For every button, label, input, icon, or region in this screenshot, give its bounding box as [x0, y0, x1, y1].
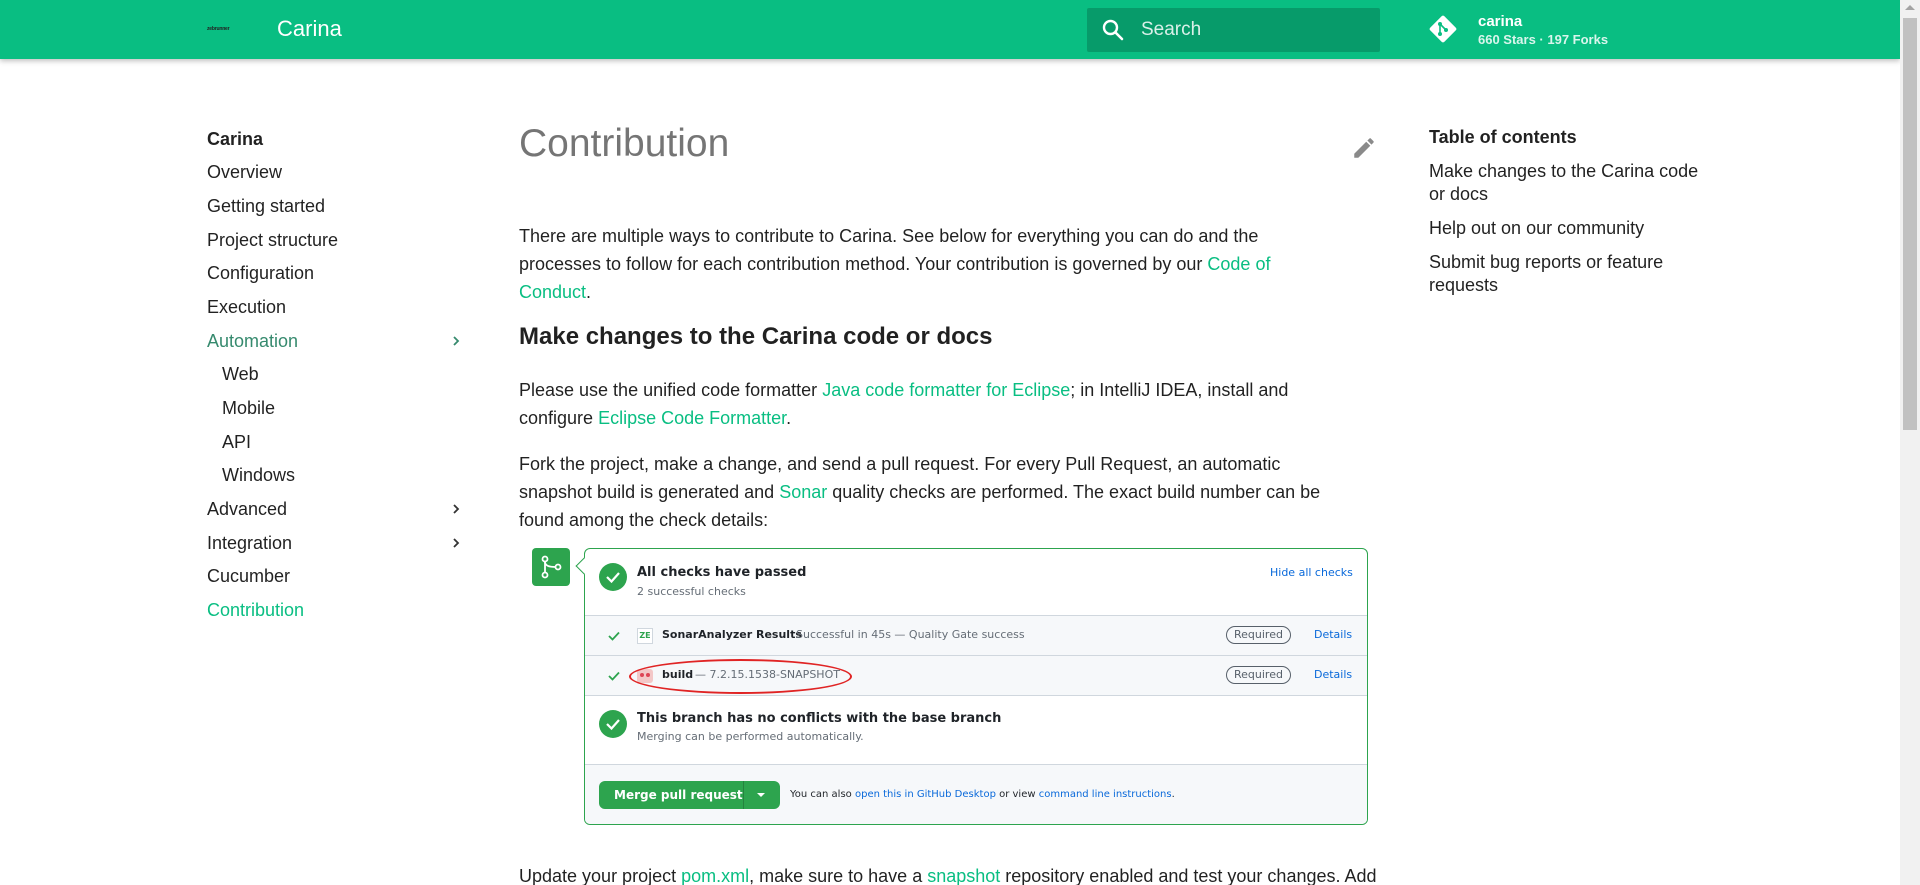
chevron-right-icon[interactable] — [451, 538, 461, 548]
eclipse-formatter-link[interactable]: Eclipse Code Formatter — [598, 408, 786, 428]
red-highlight-ellipse — [629, 659, 852, 694]
nav-item-api[interactable]: API — [222, 431, 251, 453]
nav-title: Carina — [207, 129, 264, 149]
check-desc: Successful in 45s — Quality Gate success — [796, 628, 1025, 641]
checkmark-icon — [608, 671, 620, 681]
all-checks-title: All checks have passed — [637, 565, 807, 580]
page-title: Contribution — [519, 122, 730, 165]
required-badge: Required — [1226, 666, 1291, 684]
merge-footer: Merge pull request You can also open thi… — [585, 764, 1367, 824]
search-input[interactable] — [1141, 17, 1361, 43]
toc-item-bug-reports[interactable]: Submit bug reports or feature requests — [1429, 251, 1699, 297]
intro-text: There are multiple ways to contribute to… — [519, 226, 1259, 274]
formatter-paragraph: Please use the unified code formatter Ja… — [519, 376, 1339, 432]
nav-item-execution[interactable]: Execution — [207, 296, 286, 318]
details-link[interactable]: Details — [1314, 628, 1352, 641]
p3-text-c: repository enabled and test your changes… — [1000, 866, 1377, 885]
site-header: zebrunner Carina carina 660 Stars · 197 … — [0, 0, 1900, 59]
scroll-up-arrow-icon[interactable] — [1905, 5, 1915, 10]
repo-name: carina — [1478, 13, 1523, 30]
all-checks-sub: 2 successful checks — [637, 585, 746, 598]
search-icon — [1102, 19, 1124, 41]
intro-end: . — [586, 282, 592, 302]
chevron-right-icon[interactable] — [451, 504, 461, 514]
page-scrollbar[interactable] — [1900, 0, 1920, 885]
checks-panel: All checks have passed 2 successful chec… — [584, 548, 1368, 825]
update-paragraph: Update your project pom.xml, make sure t… — [519, 862, 1377, 885]
scroll-thumb[interactable] — [1903, 18, 1917, 430]
github-checks-image: All checks have passed 2 successful chec… — [532, 548, 1368, 825]
nav-item-advanced[interactable]: Advanced — [207, 498, 287, 520]
check-name: SonarAnalyzer Results — [662, 628, 802, 641]
no-conflicts-sub: Merging can be performed automatically. — [637, 730, 864, 743]
sonar-link[interactable]: Sonar — [779, 482, 827, 502]
intro-paragraph: There are multiple ways to contribute to… — [519, 222, 1339, 306]
nav-item-automation[interactable]: Automation — [207, 330, 298, 352]
git-merge-icon — [532, 548, 570, 586]
merge-pull-request-button[interactable]: Merge pull request — [599, 781, 780, 809]
p3-text-b: , make sure to have a — [749, 866, 928, 885]
footer-text-a: You can also — [790, 789, 855, 800]
caret-down-icon[interactable] — [757, 793, 765, 797]
no-conflicts-title: This branch has no conflicts with the ba… — [637, 711, 1002, 726]
toc-title: Table of contents — [1429, 127, 1577, 147]
nav-item-web[interactable]: Web — [222, 363, 259, 385]
p3-text-a: Update your project — [519, 866, 682, 885]
merge-button-label: Merge pull request — [614, 788, 743, 802]
snapshot-link[interactable]: snapshot — [927, 866, 1000, 885]
required-badge: Required — [1226, 626, 1291, 644]
site-title[interactable]: Carina — [277, 16, 342, 42]
primary-nav: Carina Overview Getting started Project … — [207, 127, 467, 620]
pom-xml-link[interactable]: pom.xml — [681, 866, 749, 885]
nav-item-project-structure[interactable]: Project structure — [207, 229, 338, 251]
site-logo[interactable]: zebrunner — [205, 23, 235, 35]
chevron-right-icon[interactable] — [451, 336, 461, 346]
nav-item-overview[interactable]: Overview — [207, 161, 282, 183]
nav-item-cucumber[interactable]: Cucumber — [207, 565, 290, 587]
p1-text-c: . — [786, 408, 792, 428]
sonar-app-icon: ZE — [637, 628, 653, 644]
search-box[interactable] — [1087, 8, 1380, 52]
section-heading: Make changes to the Carina code or docs — [519, 323, 993, 350]
nav-item-contribution[interactable]: Contribution — [207, 599, 304, 621]
git-icon — [1429, 15, 1457, 43]
merge-status-section: This branch has no conflicts with the ba… — [585, 695, 1367, 764]
nav-item-configuration[interactable]: Configuration — [207, 262, 314, 284]
github-desktop-link[interactable]: open this in GitHub Desktop — [855, 789, 996, 800]
repo-link[interactable]: carina 660 Stars · 197 Forks — [1428, 10, 1628, 50]
checkmark-icon — [608, 631, 620, 641]
footer-text-c: . — [1171, 789, 1175, 800]
repo-stats: 660 Stars · 197 Forks — [1478, 32, 1609, 47]
merge-button-divider — [743, 781, 744, 809]
logo-text: zebrunner — [207, 26, 230, 32]
java-formatter-link[interactable]: Java code formatter for Eclipse — [822, 380, 1070, 400]
details-link[interactable]: Details — [1314, 668, 1352, 681]
nav-item-integration[interactable]: Integration — [207, 532, 292, 554]
footer-text-b: or view — [995, 789, 1039, 800]
toc-item-community[interactable]: Help out on our community — [1429, 217, 1699, 240]
fork-paragraph: Fork the project, make a change, and sen… — [519, 450, 1339, 534]
check-circle-icon — [599, 710, 627, 738]
check-row-sonar: ZE SonarAnalyzer Results Successful in 4… — [585, 615, 1367, 655]
command-line-link[interactable]: command line instructions — [1039, 789, 1172, 800]
toc-item-make-changes[interactable]: Make changes to the Carina code or docs — [1429, 160, 1699, 206]
nav-item-windows[interactable]: Windows — [222, 464, 295, 486]
check-circle-icon — [599, 563, 627, 591]
hide-all-checks-link[interactable]: Hide all checks — [1270, 566, 1353, 579]
nav-item-mobile[interactable]: Mobile — [222, 397, 275, 419]
edit-pencil-icon[interactable] — [1351, 135, 1377, 161]
p1-text-a: Please use the unified code formatter — [519, 380, 823, 400]
merge-footer-text: You can also open this in GitHub Desktop… — [790, 789, 1175, 800]
nav-item-getting-started[interactable]: Getting started — [207, 195, 325, 217]
check-row-build: build — 7.2.15.1538-SNAPSHOT Required De… — [585, 655, 1367, 695]
